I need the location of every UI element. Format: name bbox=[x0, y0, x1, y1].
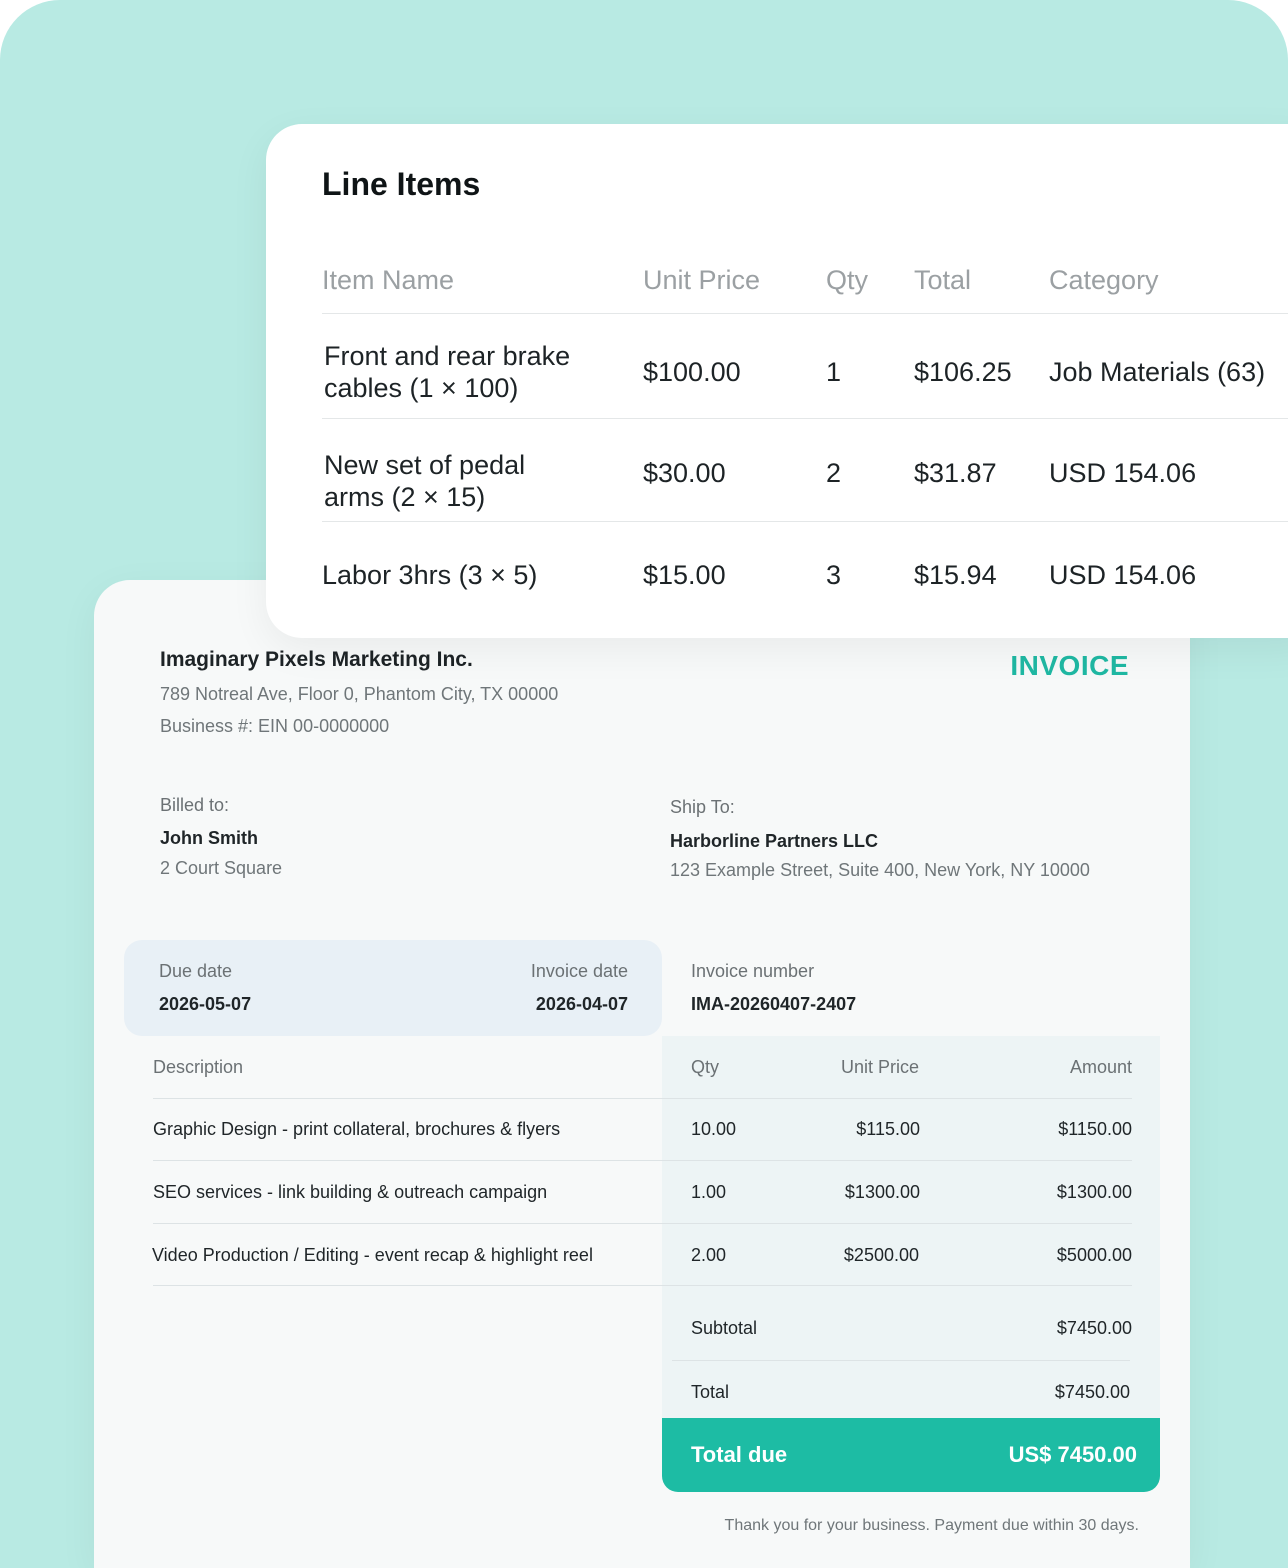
item-name-line: New set of pedal bbox=[324, 450, 526, 480]
item-unit-price: $100.00 bbox=[643, 357, 741, 387]
row-qty: 10.00 bbox=[691, 1119, 737, 1139]
item-name-line: cables (1 × 100) bbox=[324, 373, 519, 403]
item-category: USD 154.06 bbox=[1049, 458, 1197, 488]
due-date-value: 2026-05-07 bbox=[159, 994, 252, 1014]
divider bbox=[322, 521, 1288, 522]
item-unit-price: $15.00 bbox=[643, 560, 726, 590]
row-description: Graphic Design - print collateral, broch… bbox=[153, 1119, 561, 1139]
divider bbox=[672, 1360, 1130, 1361]
item-qty: 3 bbox=[826, 560, 842, 590]
invoice-number-value: IMA-20260407-2407 bbox=[691, 994, 857, 1014]
ship-to-address: 123 Example Street, Suite 400, New York,… bbox=[670, 860, 1090, 880]
item-name-line: Front and rear brake bbox=[324, 341, 571, 371]
divider bbox=[322, 313, 1288, 314]
col-category-header: Category bbox=[1049, 265, 1159, 295]
item-category: USD 154.06 bbox=[1049, 560, 1197, 590]
total-due-value: US$ 7450.00 bbox=[1008, 1442, 1137, 1467]
divider bbox=[153, 1223, 1132, 1224]
row-description: Video Production / Editing - event recap… bbox=[152, 1245, 593, 1265]
line-items-card: Line Items Item Name Unit Price Qty Tota… bbox=[266, 124, 1288, 638]
invoice-date-value: 2026-04-07 bbox=[535, 994, 628, 1014]
row-amount: $1150.00 bbox=[1058, 1119, 1132, 1139]
subtotal-value: $7450.00 bbox=[1056, 1318, 1132, 1338]
col-qty-header: Qty bbox=[691, 1057, 720, 1077]
col-item-name-header: Item Name bbox=[322, 265, 455, 295]
row-amount: $1300.00 bbox=[1056, 1182, 1132, 1202]
ship-to-label: Ship To: bbox=[670, 797, 735, 817]
item-unit-price: $30.00 bbox=[643, 458, 726, 488]
row-unit-price: $2500.00 bbox=[843, 1245, 919, 1265]
subtotal-label: Subtotal bbox=[691, 1318, 758, 1338]
item-total: $31.87 bbox=[914, 458, 997, 488]
divider bbox=[153, 1160, 1132, 1161]
company-name: Imaginary Pixels Marketing Inc. bbox=[160, 648, 473, 671]
footer-note: Thank you for your business. Payment due… bbox=[724, 1517, 1139, 1534]
item-category: Job Materials (63) bbox=[1049, 357, 1266, 387]
invoice-date-label: Invoice date bbox=[530, 961, 628, 981]
billed-to-label: Billed to: bbox=[160, 795, 230, 815]
divider bbox=[153, 1098, 1132, 1099]
row-description: SEO services - link building & outreach … bbox=[153, 1182, 548, 1202]
total-due-bar: Total due US$ 7450.00 bbox=[662, 1418, 1160, 1492]
total-due-label: Total due bbox=[691, 1442, 788, 1467]
col-amount-header: Amount bbox=[1069, 1057, 1132, 1077]
total-value: $7450.00 bbox=[1054, 1382, 1130, 1402]
item-total: $15.94 bbox=[914, 560, 997, 590]
row-amount: $5000.00 bbox=[1056, 1245, 1132, 1265]
business-number: Business #: EIN 00-0000000 bbox=[160, 716, 390, 736]
company-address: 789 Notreal Ave, Floor 0, Phantom City, … bbox=[160, 684, 559, 704]
item-qty: 2 bbox=[826, 458, 842, 488]
divider bbox=[153, 1285, 1132, 1286]
invoice-title: INVOICE bbox=[1010, 650, 1129, 681]
row-unit-price: $115.00 bbox=[856, 1119, 920, 1139]
invoice-number-label: Invoice number bbox=[691, 961, 815, 981]
col-unit-price-header: Unit Price bbox=[643, 265, 761, 295]
col-qty-header: Qty bbox=[826, 265, 869, 295]
item-name-line: arms (2 × 15) bbox=[324, 482, 486, 512]
col-unit-price-header: Unit Price bbox=[840, 1057, 919, 1077]
item-name: New set of pedal arms (2 × 15) bbox=[324, 449, 525, 513]
divider bbox=[322, 418, 1288, 419]
ship-to-name: Harborline Partners LLC bbox=[670, 831, 879, 851]
dates-panel bbox=[124, 940, 662, 1036]
row-unit-price: $1300.00 bbox=[844, 1182, 920, 1202]
row-qty: 2.00 bbox=[691, 1245, 727, 1265]
item-qty: 1 bbox=[826, 357, 842, 387]
row-qty: 1.00 bbox=[691, 1182, 727, 1202]
col-total-header: Total bbox=[914, 265, 972, 295]
col-description-header: Description bbox=[153, 1057, 244, 1077]
billed-to-name: John Smith bbox=[160, 828, 258, 848]
item-total: $106.25 bbox=[914, 357, 1012, 387]
line-items-title: Line Items bbox=[322, 166, 481, 202]
item-name: Front and rear brake cables (1 × 100) bbox=[324, 340, 570, 404]
invoice-document: Imaginary Pixels Marketing Inc. 789 Notr… bbox=[94, 580, 1190, 1568]
total-label: Total bbox=[691, 1382, 730, 1402]
billed-to-address: 2 Court Square bbox=[160, 858, 283, 878]
item-name: Labor 3hrs (3 × 5) bbox=[322, 560, 538, 590]
due-date-label: Due date bbox=[159, 961, 233, 981]
